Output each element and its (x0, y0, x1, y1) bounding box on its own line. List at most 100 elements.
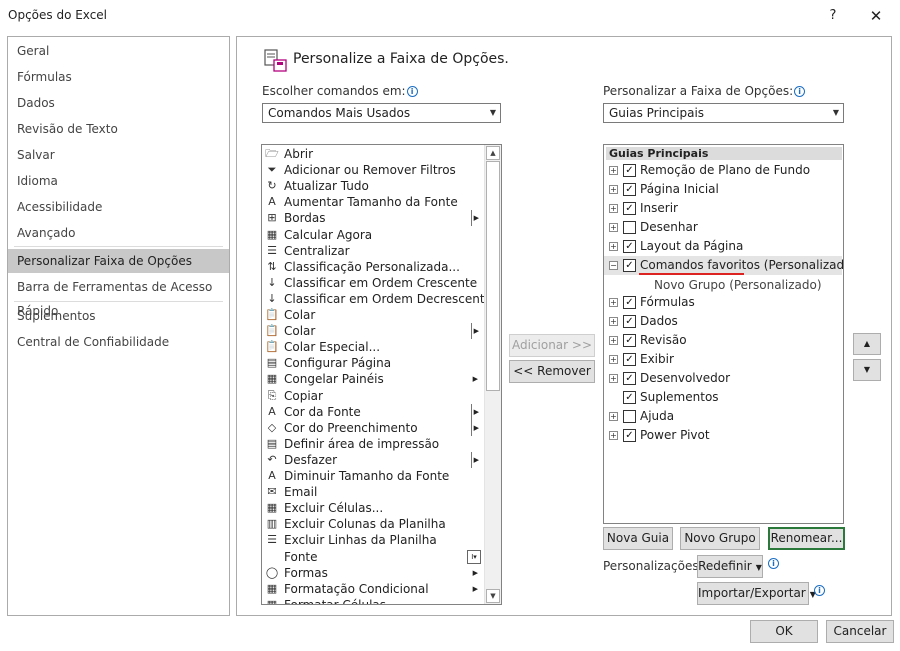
tab-checkbox[interactable]: ✓ (623, 164, 636, 177)
move-up-button[interactable]: ▲ (853, 333, 881, 355)
expand-icon[interactable]: + (609, 242, 618, 251)
scroll-up-icon[interactable]: ▲ (486, 146, 500, 160)
command-item[interactable]: ☰ Excluir Linhas da Planilha (262, 532, 484, 548)
new-tab-button[interactable]: Nova Guia (603, 527, 673, 550)
tree-tab-item[interactable]: + ✓ Desenvolvedor (604, 369, 842, 388)
scroll-thumb[interactable] (486, 161, 500, 391)
command-item[interactable]: 🗁 Abrir (262, 146, 484, 162)
tab-checkbox[interactable]: ✓ (623, 259, 636, 272)
add-button[interactable]: Adicionar >> (509, 334, 595, 357)
nav-item[interactable]: Barra de Ferramentas de Acesso Rápido (8, 275, 229, 318)
command-item[interactable]: ▦ Calcular Agora (262, 227, 484, 243)
tab-checkbox[interactable] (623, 221, 636, 234)
tree-tab-item[interactable]: + ✓ Dados (604, 312, 842, 331)
commands-list[interactable]: 🗁 Abrir ⏷ Adicionar ou Remover Filtros ↻ Atua… (261, 144, 502, 605)
nav-item[interactable]: Central de Confiabilidade (8, 330, 229, 354)
command-item[interactable]: 📋 Colar (262, 307, 484, 323)
nav-item[interactable]: Revisão de Texto (8, 117, 229, 141)
command-item[interactable]: ↓ Classificar em Ordem Decrescente (262, 291, 492, 307)
tab-checkbox[interactable]: ✓ (623, 372, 636, 385)
command-item[interactable]: ✉ Email (262, 484, 484, 500)
info-icon[interactable]: i (768, 558, 779, 569)
tab-checkbox[interactable]: ✓ (623, 429, 636, 442)
tree-tab-item[interactable]: + ✓ Página Inicial (604, 180, 842, 199)
command-item[interactable]: Fonte I▾ (262, 549, 484, 565)
collapse-icon[interactable]: − (609, 261, 618, 270)
tab-checkbox[interactable] (623, 410, 636, 423)
import-export-button[interactable]: Importar/Exportar ▼ (697, 582, 816, 605)
info-icon[interactable]: i (794, 86, 806, 97)
command-item[interactable]: A Aumentar Tamanho da Fonte (262, 194, 484, 210)
expand-icon[interactable]: + (609, 412, 618, 421)
nav-item[interactable]: Suplementos (8, 304, 229, 328)
command-item[interactable]: ◯ Formas ▶ (262, 565, 484, 581)
tab-checkbox[interactable]: ✓ (623, 183, 636, 196)
command-item[interactable]: ▥ Excluir Colunas da Planilha (262, 516, 484, 532)
nav-item[interactable]: Avançado (8, 221, 229, 245)
nav-item[interactable]: Acessibilidade (8, 195, 229, 219)
tab-checkbox[interactable]: ✓ (623, 353, 636, 366)
remove-button[interactable]: << Remover (509, 360, 595, 383)
command-item[interactable]: ↶ Desfazer ▶ (262, 451, 484, 468)
command-item[interactable]: ☰ Centralizar (262, 243, 484, 259)
command-item[interactable]: A Diminuir Tamanho da Fonte (262, 468, 484, 484)
command-item[interactable]: ⇅ Classificação Personalizada... (262, 259, 484, 275)
expand-icon[interactable]: + (609, 431, 618, 440)
command-item[interactable]: ▤ Definir área de impressão (262, 436, 484, 452)
expand-icon[interactable]: + (609, 355, 618, 364)
nav-item[interactable]: Fórmulas (8, 65, 229, 89)
tab-checkbox[interactable]: ✓ (623, 202, 636, 215)
command-item[interactable]: 📋 Colar ▶ (262, 323, 484, 340)
command-item[interactable]: ▦ Formatação Condicional ▶ (262, 581, 484, 597)
command-item[interactable]: ▦ Congelar Painéis ▶ (262, 371, 484, 387)
command-item[interactable]: ↓ Classificar em Ordem Crescente (262, 275, 484, 291)
info-icon[interactable]: i (814, 585, 825, 596)
command-item[interactable]: ▦ Formatar Células... (262, 597, 484, 604)
expand-icon[interactable]: + (609, 185, 618, 194)
choose-commands-dropdown[interactable]: Comandos Mais Usados ▼ (262, 103, 501, 123)
ok-button[interactable]: OK (750, 620, 818, 643)
close-icon[interactable]: ✕ (864, 5, 888, 27)
command-item[interactable]: ◇ Cor do Preenchimento ▶ (262, 419, 484, 436)
tab-checkbox[interactable]: ✓ (623, 315, 636, 328)
command-item[interactable]: ⊞ Bordas ▶ (262, 210, 484, 227)
tree-tab-item[interactable]: + ✓ Layout da Página (604, 237, 842, 256)
nav-item[interactable]: Personalizar Faixa de Opções (8, 249, 229, 273)
ribbon-tabs-tree[interactable]: Guias Principais + ✓ Remoção de Plano de F… (603, 144, 844, 524)
tree-tab-item[interactable]: + ✓ Inserir (604, 199, 842, 218)
command-item[interactable]: ↻ Atualizar Tudo (262, 178, 484, 194)
nav-item[interactable]: Salvar (8, 143, 229, 167)
expand-icon[interactable]: + (609, 336, 618, 345)
tree-tab-item[interactable]: + ✓ Remoção de Plano de Fundo (604, 161, 842, 180)
info-icon[interactable]: i (406, 86, 418, 97)
tab-checkbox[interactable]: ✓ (623, 391, 636, 404)
commands-scrollbar[interactable]: ▲ ▼ (484, 145, 501, 604)
tree-tab-item[interactable]: + ✓ Power Pivot (604, 426, 842, 445)
command-item[interactable]: A Cor da Fonte ▶ (262, 403, 484, 420)
command-item[interactable]: ▦ Excluir Células... (262, 500, 484, 516)
customize-ribbon-dropdown[interactable]: Guias Principais ▼ (603, 103, 844, 123)
expand-icon[interactable]: + (609, 204, 618, 213)
tree-tab-item[interactable]: + ✓ Revisão (604, 331, 842, 350)
new-group-button[interactable]: Novo Grupo (680, 527, 760, 550)
expand-icon[interactable]: + (609, 298, 618, 307)
tab-checkbox[interactable]: ✓ (623, 240, 636, 253)
command-item[interactable]: ⏷ Adicionar ou Remover Filtros (262, 162, 484, 178)
tab-checkbox[interactable]: ✓ (623, 296, 636, 309)
cancel-button[interactable]: Cancelar (826, 620, 894, 643)
rename-button[interactable]: Renomear... (768, 527, 845, 550)
scroll-down-icon[interactable]: ▼ (486, 589, 500, 603)
tree-tab-item[interactable]: − ✓ Comandos favoritos (Personalizado) (604, 256, 843, 275)
tab-checkbox[interactable]: ✓ (623, 334, 636, 347)
tree-tab-item[interactable]: + ✓ Exibir (604, 350, 842, 369)
expand-icon[interactable]: + (609, 166, 618, 175)
expand-icon[interactable]: + (609, 223, 618, 232)
tree-tab-item[interactable]: + Ajuda (604, 407, 842, 426)
expand-icon[interactable]: + (609, 374, 618, 383)
command-item[interactable]: ▤ Configurar Página (262, 355, 484, 371)
command-item[interactable]: 📋 Colar Especial... (262, 339, 484, 355)
move-down-button[interactable]: ▼ (853, 359, 881, 381)
tree-tab-item[interactable]: ✓ Suplementos (604, 388, 842, 407)
nav-item[interactable]: Dados (8, 91, 229, 115)
help-button[interactable]: ? (822, 5, 844, 27)
